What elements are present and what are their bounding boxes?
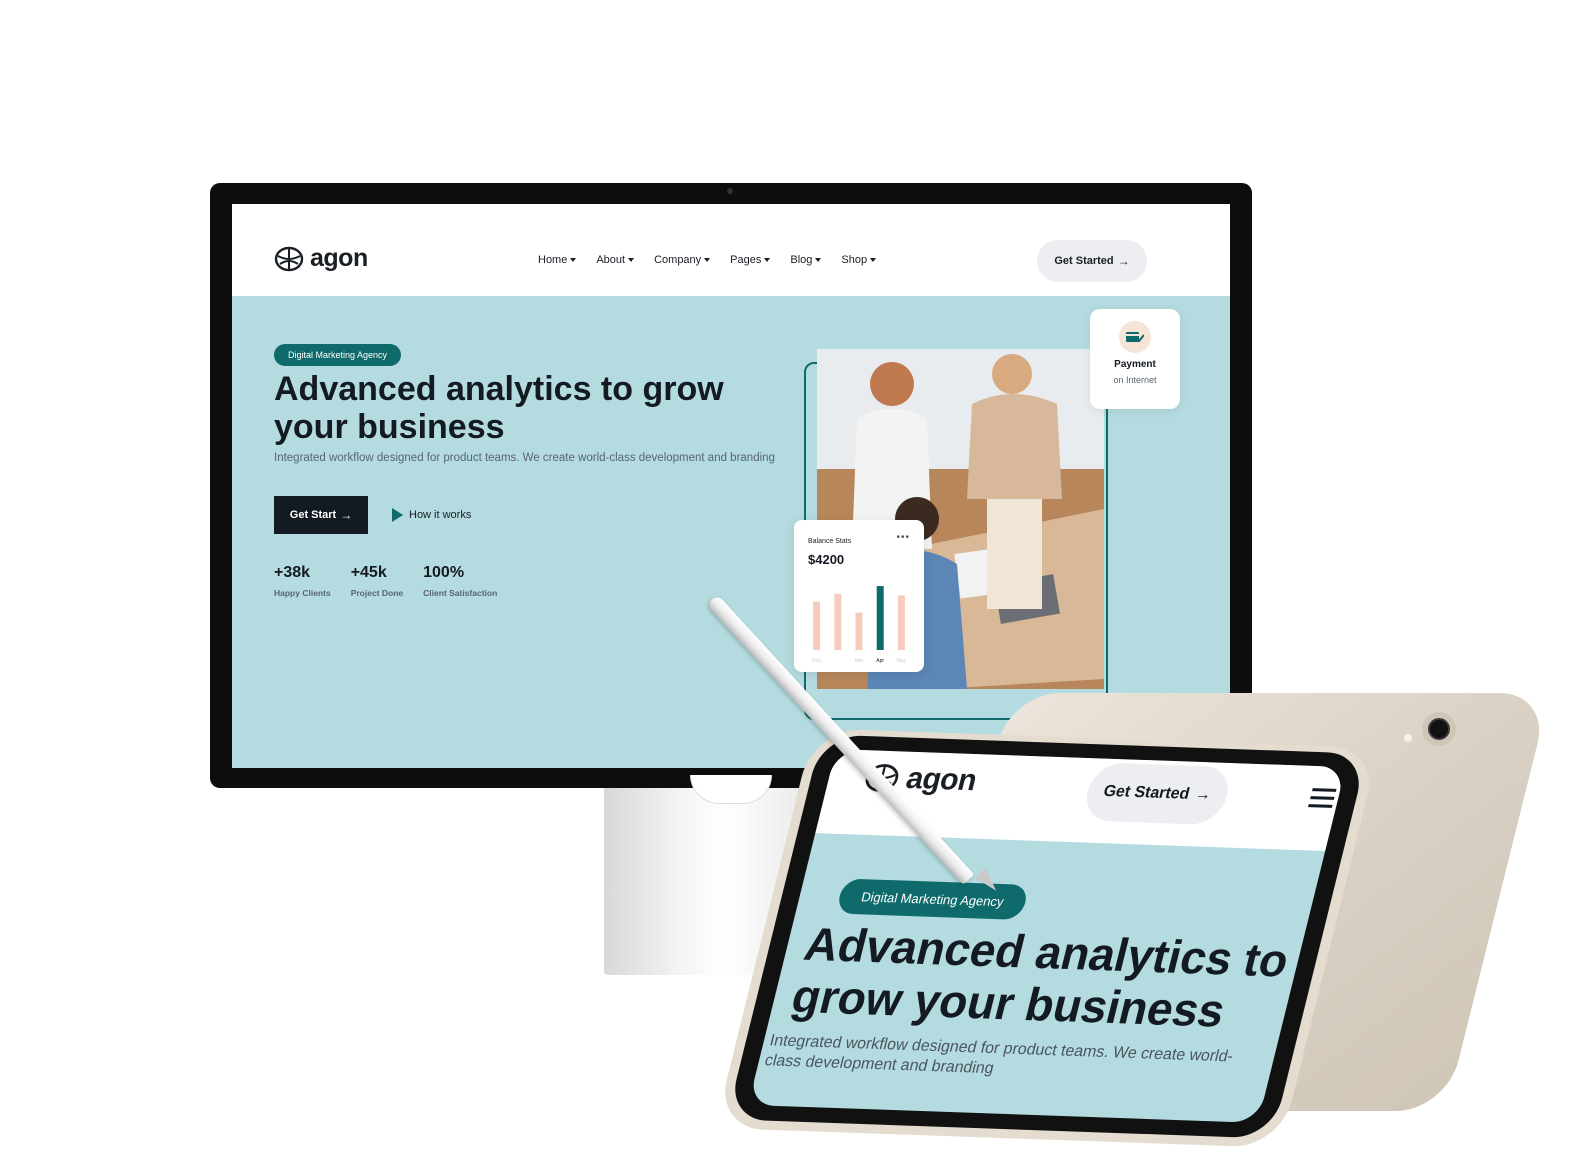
tablet-website: agon Get Started → Digital Marketing Age… — [748, 749, 1346, 1123]
nav-label: About — [596, 254, 626, 266]
stat-project-done: +45k Project Done — [351, 564, 403, 598]
how-it-works-button[interactable]: How it works — [392, 508, 471, 522]
nav-label: Shop — [841, 254, 868, 266]
payment-title: Payment — [1114, 359, 1156, 370]
nav-item-about[interactable]: About — [596, 254, 635, 266]
hero-subtitle: Integrated workflow designed for product… — [274, 452, 775, 464]
chart-bar — [897, 595, 905, 650]
monitor-camera — [727, 188, 733, 194]
caret-down-icon — [628, 258, 635, 262]
caret-down-icon — [570, 258, 577, 262]
stat-value: 100% — [423, 564, 465, 581]
nav-label: Home — [538, 254, 568, 266]
nav-item-pages[interactable]: Pages — [730, 254, 771, 266]
arrow-right-icon: → — [1117, 254, 1130, 268]
chart-tick-label: May — [897, 658, 907, 664]
caret-down-icon — [815, 258, 822, 262]
nav-item-shop[interactable]: Shop — [841, 254, 877, 266]
logo[interactable]: agon — [274, 244, 368, 273]
more-options-icon[interactable]: ••• — [896, 532, 910, 543]
caret-down-icon — [870, 258, 877, 262]
stat-value: +45k — [350, 564, 387, 581]
stat-client-satisfaction: 100% Client Satisfaction — [423, 564, 497, 598]
chart-tick-label: Apr — [876, 658, 884, 664]
stat-label: Client Satisfaction — [423, 588, 498, 598]
get-start-button[interactable]: Get Start → — [274, 496, 368, 534]
payment-icon — [1119, 321, 1151, 353]
chart-bar — [876, 586, 884, 650]
hamburger-menu-icon[interactable] — [1307, 788, 1337, 813]
nav-label: Pages — [730, 254, 762, 266]
caret-down-icon — [764, 258, 771, 262]
nav-item-home[interactable]: Home — [538, 254, 577, 266]
stat-label: Project Done — [350, 588, 404, 598]
get-started-button[interactable]: Get Started → — [1037, 240, 1147, 282]
get-started-label: Get Started — [1054, 255, 1114, 267]
balance-stats-card: Balance Stats ••• $4200 Feb Mar Apr May — [794, 520, 924, 672]
chart-tick-label: Mar — [855, 658, 864, 664]
balance-value: $4200 — [808, 552, 845, 567]
tablet-hero-title: Advanced analytics to grow your business — [786, 917, 1295, 1037]
logo-mark-icon — [274, 246, 304, 271]
stats: +38k Happy Clients +45k Project Done 100… — [274, 564, 497, 598]
nav-item-blog[interactable]: Blog — [790, 254, 822, 266]
hero-title: Advanced analytics to grow your business — [274, 370, 724, 446]
desktop-website: agon Home About Company Pages Blog Shop … — [232, 204, 1230, 768]
logo-text: agon — [310, 244, 368, 272]
stat-happy-clients: +38k Happy Clients — [274, 564, 331, 598]
tablet-logo-text: agon — [902, 761, 981, 798]
chart-bar — [855, 612, 863, 650]
how-it-works-label: How it works — [409, 509, 472, 521]
caret-down-icon — [704, 258, 711, 262]
payment-card: Payment on Internet — [1090, 309, 1180, 409]
chart-tick-label: Feb — [812, 658, 821, 664]
nav-label: Blog — [790, 254, 813, 266]
get-started-label: Get Started — [1101, 782, 1192, 803]
balance-title: Balance Stats — [808, 538, 852, 545]
tablet-get-started-button[interactable]: Get Started → — [1080, 762, 1234, 826]
tablet-camera-icon — [1428, 718, 1450, 740]
arrow-right-icon: → — [1193, 786, 1214, 804]
balance-bar-chart: Feb Mar Apr May — [812, 586, 907, 664]
hero-badge: Digital Marketing Agency — [274, 344, 402, 366]
stat-value: +38k — [274, 564, 311, 581]
arrow-right-icon: → — [340, 508, 353, 522]
tablet-flash — [1404, 734, 1412, 742]
payment-subtitle: on Internet — [1113, 375, 1157, 385]
stat-label: Happy Clients — [274, 588, 331, 598]
chart-bar — [834, 593, 842, 650]
get-start-label: Get Start — [289, 509, 337, 521]
main-nav: Home About Company Pages Blog Shop — [538, 254, 877, 266]
nav-label: Company — [654, 254, 702, 266]
site-header: agon Home About Company Pages Blog Shop … — [232, 204, 1230, 296]
nav-item-company[interactable]: Company — [654, 254, 711, 266]
play-icon — [392, 508, 403, 522]
chart-bar — [813, 601, 821, 650]
tablet-hero-subtitle: Integrated workflow designed for product… — [762, 1032, 1235, 1078]
